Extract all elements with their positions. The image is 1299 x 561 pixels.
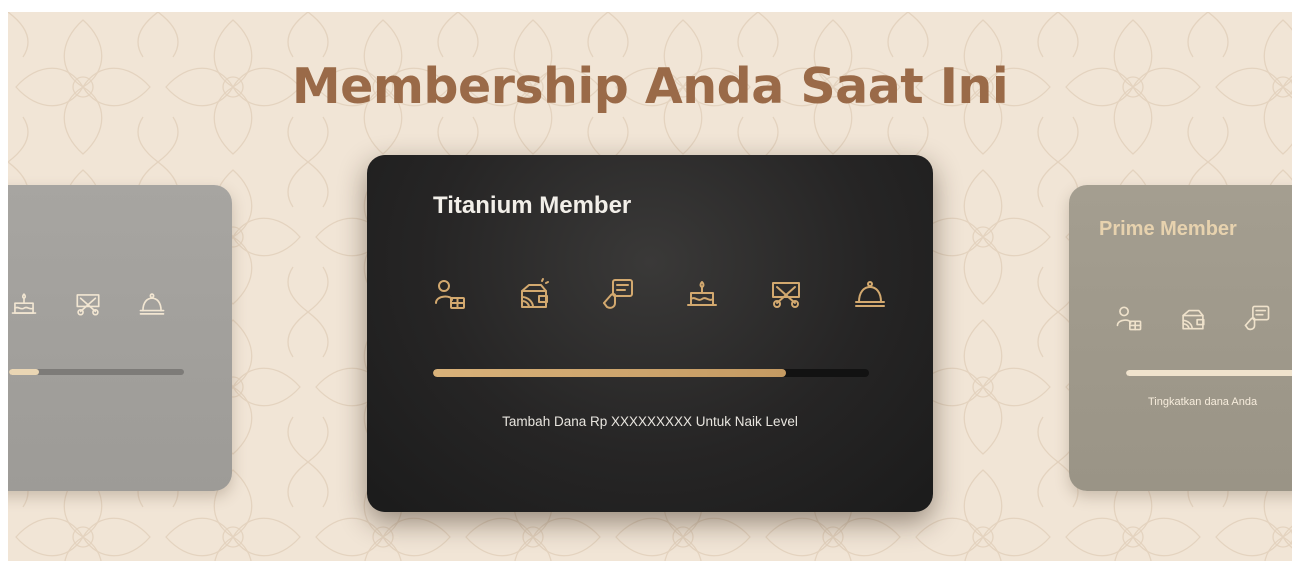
- cloche-icon: [139, 293, 165, 315]
- upgrade-message: Tambah Dana Rp XXXXXXXXX Untuk Naik Leve…: [502, 414, 798, 429]
- birthday-cake-icon: [687, 281, 717, 306]
- previous-progress-track: [9, 369, 184, 375]
- next-progress-fill: [1126, 370, 1292, 376]
- benefit-icon-row: [10, 290, 166, 318]
- level-progress-track: [433, 369, 869, 377]
- birthday-cake-icon: [11, 293, 37, 314]
- card-title: Titanium Member: [433, 192, 632, 219]
- card-title: Prime Member: [1099, 218, 1237, 240]
- previous-membership-card[interactable]: [8, 185, 232, 491]
- dining-icon: [76, 294, 100, 316]
- wallet-icon: [1182, 309, 1205, 330]
- voucher-icon: [603, 279, 633, 309]
- previous-progress-fill: [9, 369, 39, 375]
- current-membership-card[interactable]: Titanium Member Tambah Dana Rp XXXXXXXXX…: [367, 155, 933, 512]
- membership-section: Membership Anda Saat Ini Titanium Member…: [8, 12, 1292, 561]
- dining-icon: [772, 282, 800, 308]
- benefit-icon-row: [433, 277, 887, 311]
- voucher-icon: [1244, 305, 1270, 331]
- next-membership-card[interactable]: Prime Member Tingkatkan dana Anda: [1069, 185, 1292, 491]
- member-account-icon: [435, 280, 465, 309]
- wallet-icon: [521, 278, 549, 308]
- cloche-icon: [855, 281, 885, 307]
- next-progress-track: [1126, 370, 1292, 376]
- level-progress-fill: [433, 369, 787, 377]
- member-account-icon: [1116, 306, 1142, 331]
- benefit-icon-row: [1115, 304, 1271, 332]
- page-title: Membership Anda Saat Ini: [291, 58, 1009, 115]
- upgrade-message: Tingkatkan dana Anda: [1148, 396, 1258, 408]
